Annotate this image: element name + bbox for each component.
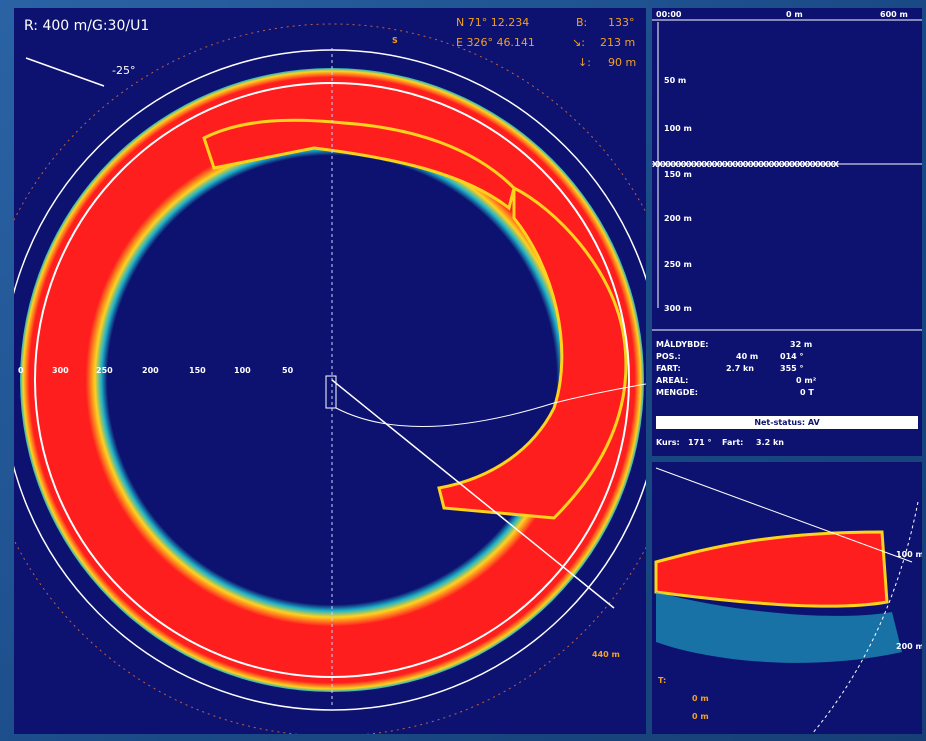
vertical-slice-panel[interactable]: 100 m 200 m T: 0 m 0 m: [652, 462, 922, 734]
vertical-range-100: 100 m: [896, 550, 922, 559]
echogram-x-label-0: 0 m: [786, 10, 803, 19]
fart-label: FART:: [656, 364, 681, 373]
pos-bearing: 014 °: [780, 352, 804, 361]
range-tick-200: 200: [142, 366, 159, 375]
tilt-label: -25°: [112, 64, 136, 77]
bearing-label: B:: [576, 16, 588, 29]
range-cursor-label: 440 m: [592, 650, 620, 659]
vertical-readout-t: T:: [658, 676, 667, 685]
kurs-label: Kurs:: [656, 438, 680, 447]
areal-value: 0 m²: [796, 376, 817, 385]
range-gain-label: R: 400 m/G:30/U1: [24, 18, 150, 34]
bearing-value: 133°: [608, 16, 635, 29]
slant-range-value: 213 m: [600, 36, 636, 49]
depth-value: 90 m: [608, 56, 637, 69]
net-marker-row: XXXXXXXXXXXXXXXXXXXXXXXXXXXXXXXXXXXX: [652, 160, 839, 169]
pos-label: POS.:: [656, 352, 681, 361]
range-tick-150: 150: [189, 366, 206, 375]
range-tick-300: 300: [52, 366, 69, 375]
echogram-panel[interactable]: 00:00 0 m 600 m 50 m 100 m XXXXXXXXXXXXX…: [652, 8, 922, 456]
position-north: N 71° 12.234: [456, 16, 530, 29]
maldybde-value: 32 m: [790, 340, 813, 349]
range-tick-250: 250: [96, 366, 113, 375]
echogram-x-label-600: 600 m: [880, 10, 908, 19]
mengde-value: 0 T: [800, 388, 814, 397]
depth-label-300: 300 m: [664, 304, 692, 313]
depth-label-200: 200 m: [664, 214, 692, 223]
range-tick-0: 0: [18, 366, 24, 375]
net-status-bar[interactable]: Net-status: AV: [656, 416, 918, 429]
depth-label-150: 150 m: [664, 170, 692, 179]
depth-label-100: 100 m: [664, 124, 692, 133]
slant-range-icon: ↘:: [572, 36, 585, 49]
fart2-value: 3.2 kn: [756, 438, 784, 447]
kurs-value: 171 °: [688, 438, 712, 447]
echogram-time: 00:00: [656, 10, 682, 19]
maldybde-label: MÅLDYBDE:: [656, 340, 709, 349]
fart2-label: Fart:: [722, 438, 744, 447]
vertical-range-200: 200 m: [896, 642, 922, 651]
range-tick-100: 100: [234, 366, 251, 375]
range-tick-50: 50: [282, 366, 294, 375]
pos-distance: 40 m: [736, 352, 759, 361]
fart-bearing: 355 °: [780, 364, 804, 373]
depth-arrow-icon: ↓:: [578, 56, 591, 69]
vertical-school-echo: [654, 530, 889, 608]
depth-label-50: 50 m: [664, 76, 687, 85]
tilt-indicator-line: [25, 57, 105, 87]
position-east: E 326° 46.141: [456, 36, 535, 49]
vertical-readout-1: 0 m: [692, 694, 709, 703]
fart-speed: 2.7 kn: [726, 364, 754, 373]
mengde-label: MENGDE:: [656, 388, 698, 397]
depth-label-250: 250 m: [664, 260, 692, 269]
vertical-readout-2: 0 m: [692, 712, 709, 721]
north-marker: S: [392, 36, 398, 45]
areal-label: AREAL:: [656, 376, 689, 385]
sonar-display[interactable]: R: 400 m/G:30/U1 -25° N 71° 12.234 B: 13…: [14, 8, 646, 734]
